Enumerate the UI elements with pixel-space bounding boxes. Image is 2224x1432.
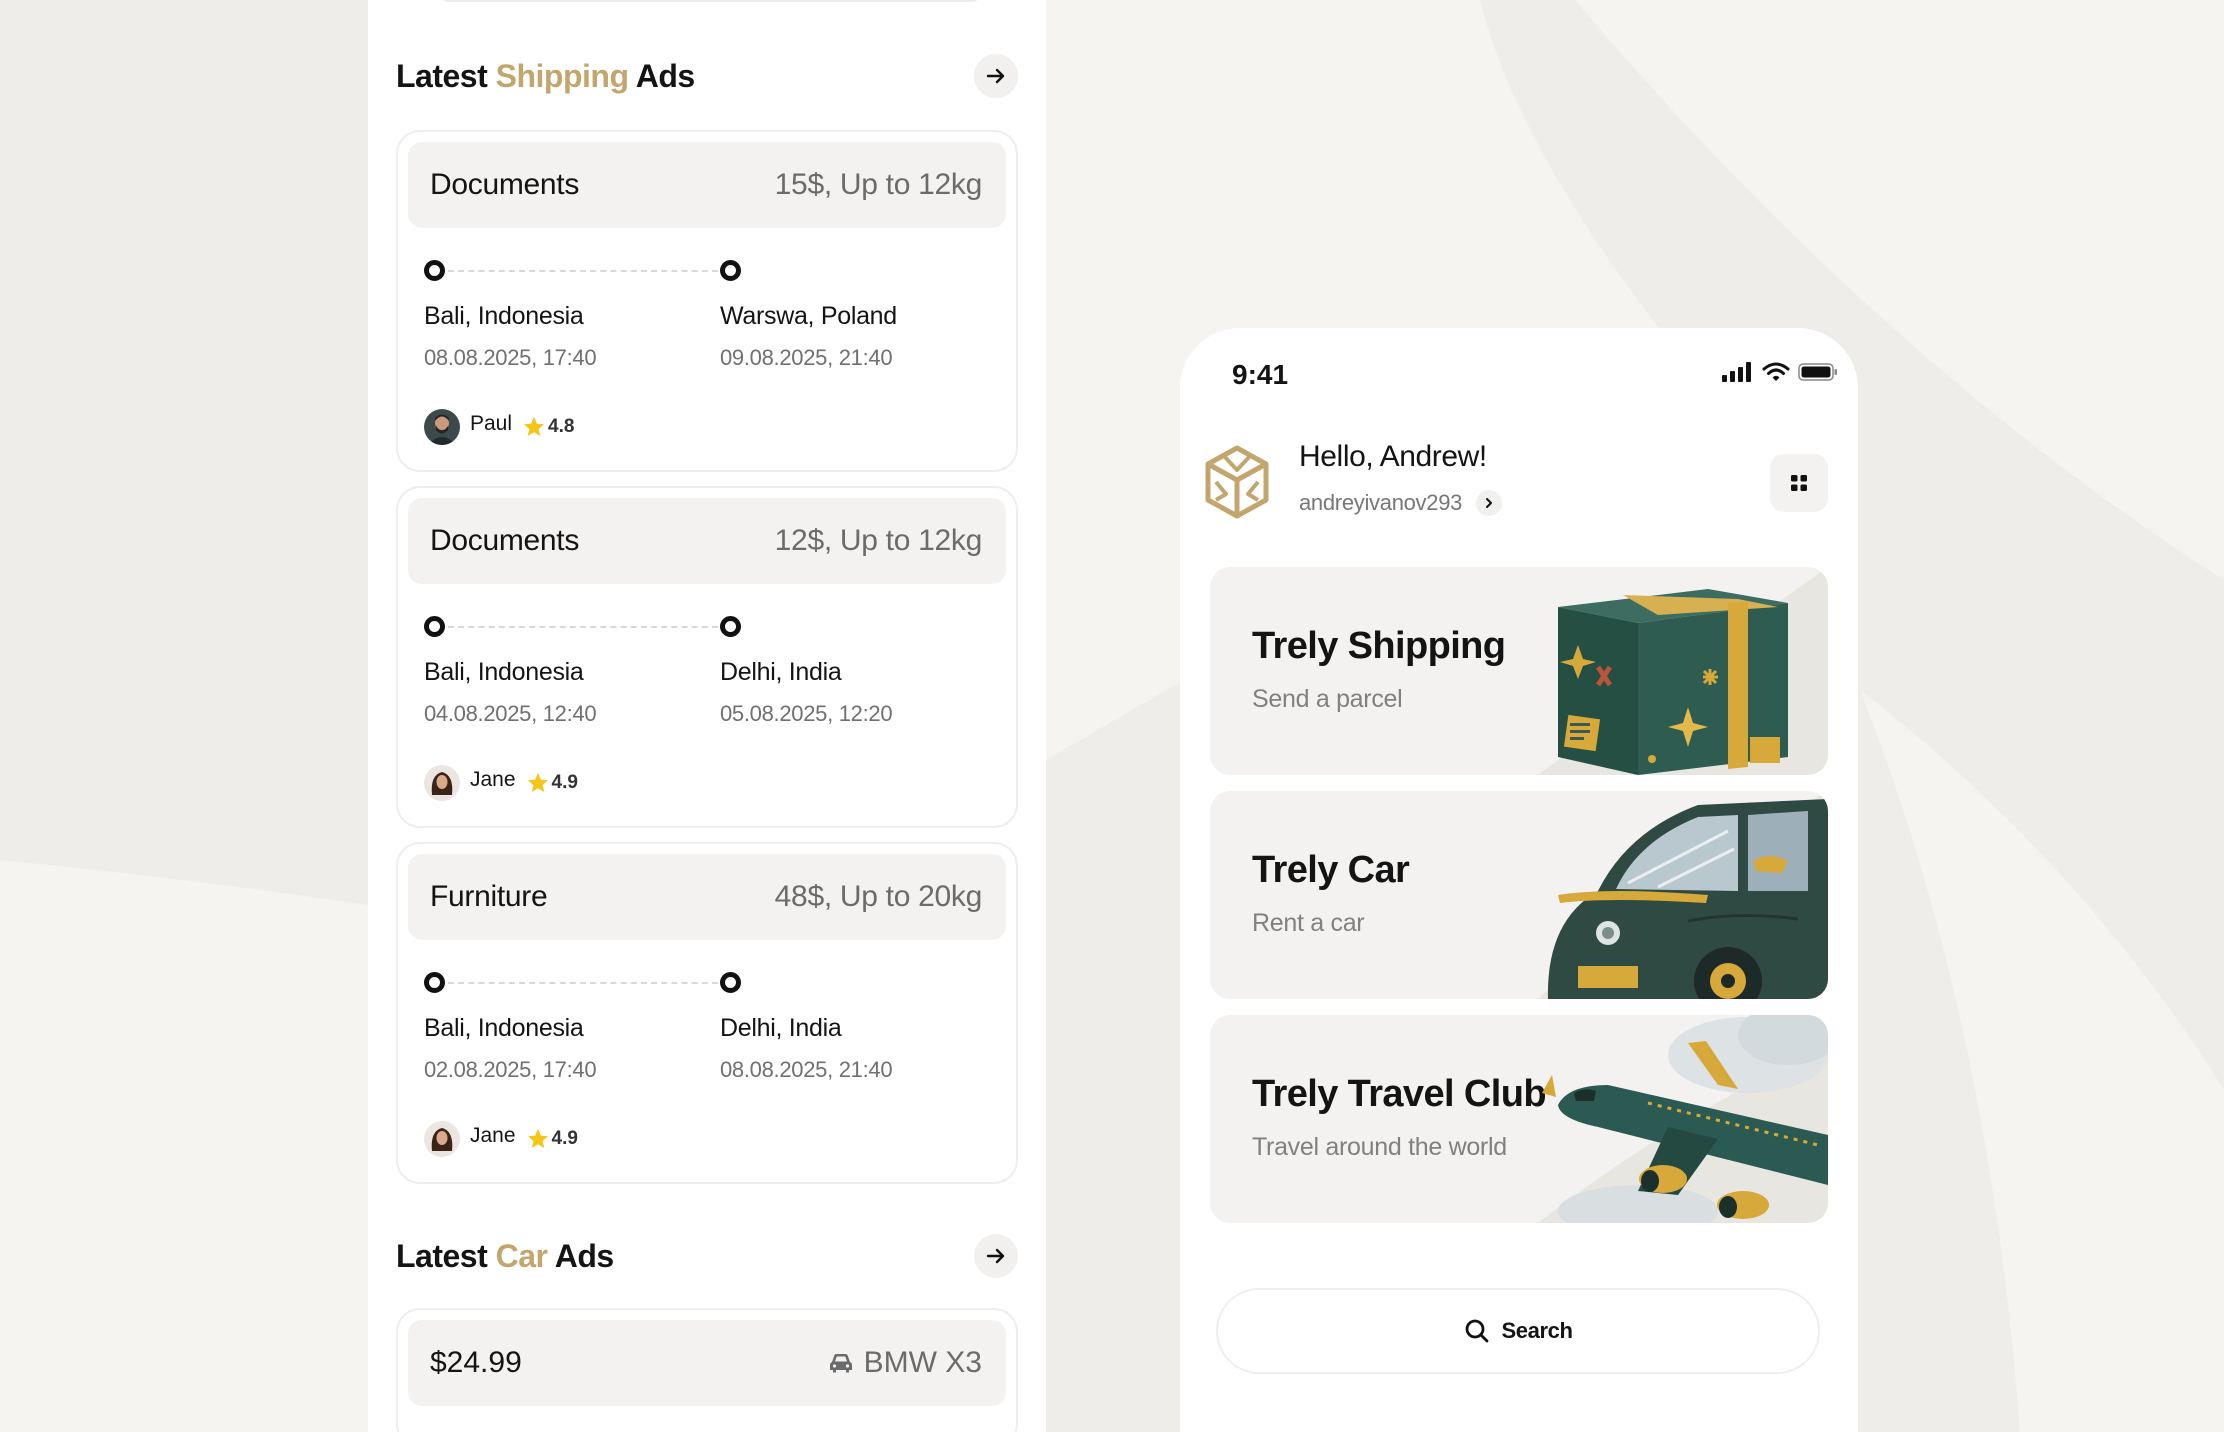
ad-user: Jane 4.9: [424, 1121, 578, 1157]
previous-card-edge: [438, 0, 983, 2]
search-button[interactable]: Search: [1216, 1288, 1820, 1374]
ad-user: Jane 4.9: [424, 765, 578, 801]
user-rating: 4.8: [548, 416, 575, 437]
origin-datetime: 02.08.2025, 17:40: [424, 1057, 597, 1082]
profile-link[interactable]: andreyivanov293: [1299, 490, 1503, 516]
car-ads-title: Latest Car Ads: [396, 1238, 614, 1274]
background-shapes: [0, 0, 2224, 1432]
route-line: [448, 982, 718, 984]
grid-icon: [1791, 475, 1807, 491]
avatar: [424, 1121, 460, 1157]
destination-datetime: 09.08.2025, 21:40: [720, 345, 893, 370]
wifi-icon: [1762, 362, 1790, 381]
car-ads-header: Latest Car Ads: [396, 1226, 1018, 1286]
service-subtitle: Send a parcel: [1252, 685, 1403, 713]
search-label: Search: [1501, 1318, 1573, 1343]
service-card-shipping[interactable]: Trely Shipping Send a parcel: [1210, 567, 1828, 775]
ad-price: 15$, Up to 12kg: [774, 168, 983, 201]
car-model: BMW X3: [828, 1320, 982, 1406]
origin-city: Bali, Indonesia: [424, 1014, 584, 1042]
see-all-cars-button[interactable]: [974, 1234, 1018, 1278]
status-bar-icons: [1714, 362, 1838, 382]
service-subtitle: Travel around the world: [1252, 1133, 1507, 1161]
origin-datetime: 04.08.2025, 12:40: [424, 701, 597, 726]
destination-dot-icon: [720, 972, 741, 993]
destination-dot-icon: [720, 616, 741, 637]
avatar: [424, 765, 460, 801]
car-ad-card[interactable]: $24.99 BMW X3: [396, 1308, 1018, 1432]
phone-home-screen: 9:41 Hello, Andrew! andreyivanov293 Trel…: [1180, 328, 1858, 1432]
ad-price: 48$, Up to 20kg: [774, 880, 983, 913]
airplane-illustration: [1538, 1015, 1828, 1223]
arrow-right-icon: [986, 68, 1005, 84]
battery-icon: [1798, 363, 1837, 381]
user-rating: 4.9: [551, 1128, 578, 1149]
origin-dot-icon: [424, 972, 445, 993]
origin-dot-icon: [424, 616, 445, 637]
ad-category: Furniture: [430, 880, 548, 913]
ads-panel: Latest Shipping Ads Documents 15$, Up to…: [368, 0, 1046, 1432]
destination-city: Warswa, Poland: [720, 302, 897, 330]
ad-user: Paul 4.8: [424, 409, 574, 445]
shipping-ad-card[interactable]: Documents 15$, Up to 12kg Bali, Indonesi…: [396, 130, 1018, 472]
star-icon: [524, 417, 545, 436]
chevron-right-icon: [1476, 490, 1503, 516]
user-name: Paul: [470, 412, 513, 435]
car-illustration: [1538, 791, 1828, 999]
destination-city: Delhi, India: [720, 658, 842, 686]
search-icon: [1465, 1319, 1488, 1343]
service-subtitle: Rent a car: [1252, 909, 1365, 937]
star-icon: [527, 773, 548, 792]
greeting: Hello, Andrew!: [1299, 440, 1487, 473]
status-time: 9:41: [1232, 359, 1289, 390]
shipping-ads-header: Latest Shipping Ads: [396, 46, 1018, 106]
destination-dot-icon: [720, 260, 741, 281]
shipping-ad-card[interactable]: Documents 12$, Up to 12kg Bali, Indonesi…: [396, 486, 1018, 828]
service-title: Trely Travel Club: [1252, 1073, 1547, 1115]
origin-dot-icon: [424, 260, 445, 281]
service-card-car[interactable]: Trely Car Rent a car: [1210, 791, 1828, 999]
menu-grid-button[interactable]: [1770, 454, 1828, 512]
ad-card-header: Documents 15$, Up to 12kg: [408, 142, 1006, 228]
destination-datetime: 08.08.2025, 21:40: [720, 1057, 893, 1082]
trely-logo-icon: [1205, 445, 1269, 519]
service-card-travel-club[interactable]: Trely Travel Club Travel around the worl…: [1210, 1015, 1828, 1223]
ad-category: Documents: [430, 168, 580, 201]
origin-city: Bali, Indonesia: [424, 658, 584, 686]
ad-category: Documents: [430, 524, 580, 557]
avatar: [424, 409, 460, 445]
route-line: [448, 270, 718, 272]
user-name: Jane: [470, 768, 516, 791]
username: andreyivanov293: [1299, 490, 1463, 515]
origin-datetime: 08.08.2025, 17:40: [424, 345, 597, 370]
route-line: [448, 626, 718, 628]
car-price: $24.99: [430, 1346, 522, 1379]
user-name: Jane: [470, 1124, 516, 1147]
see-all-shipping-button[interactable]: [974, 54, 1018, 98]
arrow-right-icon: [986, 1248, 1005, 1264]
service-title: Trely Car: [1252, 849, 1410, 891]
service-title: Trely Shipping: [1252, 625, 1506, 667]
signal-icon: [1722, 362, 1751, 382]
origin-city: Bali, Indonesia: [424, 302, 584, 330]
shipping-ads-title: Latest Shipping Ads: [396, 58, 695, 94]
ad-card-header: Documents 12$, Up to 12kg: [408, 498, 1006, 584]
shipping-ad-card[interactable]: Furniture 48$, Up to 20kg Bali, Indonesi…: [396, 842, 1018, 1184]
ad-price: 12$, Up to 12kg: [774, 524, 983, 557]
ad-card-header: $24.99 BMW X3: [408, 1320, 1006, 1406]
destination-city: Delhi, India: [720, 1014, 842, 1042]
parcel-box-illustration: [1538, 567, 1828, 775]
ad-card-header: Furniture 48$, Up to 20kg: [408, 854, 1006, 940]
car-icon: [829, 1354, 852, 1373]
destination-datetime: 05.08.2025, 12:20: [720, 701, 893, 726]
user-rating: 4.9: [551, 772, 578, 793]
star-icon: [527, 1129, 548, 1148]
